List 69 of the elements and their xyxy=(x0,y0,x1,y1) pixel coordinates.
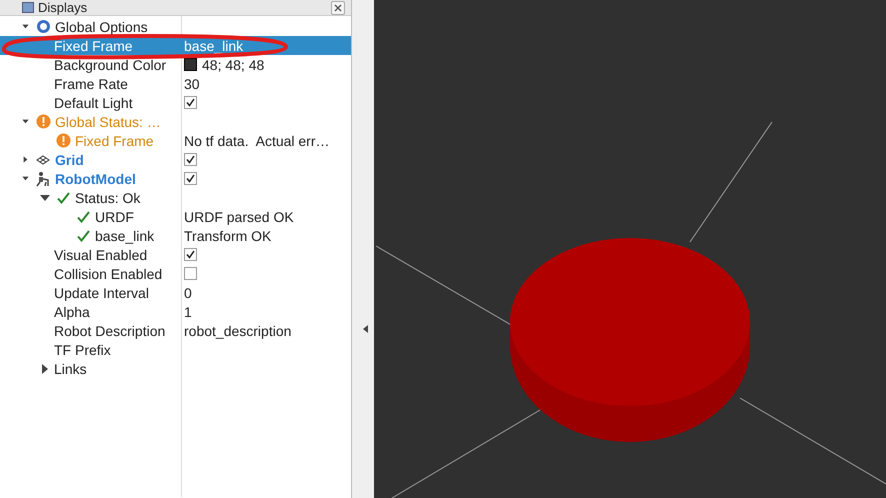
item-label: base_link xyxy=(95,228,154,244)
item-value: 0 xyxy=(184,284,192,300)
item-label: Status: Ok xyxy=(75,190,140,206)
item-value: 48; 48; 48 xyxy=(202,56,264,72)
warning-icon xyxy=(36,114,50,129)
tree-row[interactable]: Alpha 1 xyxy=(0,302,351,321)
item-label: Fixed Frame xyxy=(54,38,133,54)
panel-icon xyxy=(22,2,34,13)
item-value: Transform OK xyxy=(184,228,272,244)
item-label: URDF xyxy=(95,208,134,224)
checkbox[interactable] xyxy=(184,248,197,261)
item-label: Grid xyxy=(55,152,84,168)
checkbox[interactable] xyxy=(184,96,197,109)
tree-row[interactable]: Update Interval 0 xyxy=(0,283,351,302)
item-value: No tf data. Actual err… xyxy=(184,132,330,148)
tree-row[interactable]: base_link Transform OK xyxy=(0,226,351,245)
item-label: Global Options xyxy=(55,18,148,34)
item-label: Alpha xyxy=(54,304,90,320)
grid-icon xyxy=(36,154,50,164)
tree-row[interactable]: Default Light xyxy=(0,93,351,112)
color-swatch[interactable] xyxy=(184,58,197,71)
tree-row[interactable]: Frame Rate 30 xyxy=(0,74,351,93)
tree-row[interactable]: RobotModel xyxy=(0,169,351,188)
tree-row[interactable]: Global Options xyxy=(0,17,351,36)
tree-row[interactable]: URDF URDF parsed OK xyxy=(0,207,351,226)
tree-row[interactable]: Status: Ok xyxy=(0,188,351,207)
close-button[interactable] xyxy=(331,1,345,15)
robot-icon xyxy=(35,170,51,186)
item-value: base_link xyxy=(184,38,244,54)
item-label: Update Interval xyxy=(54,284,149,300)
tree-row[interactable]: Visual Enabled xyxy=(0,245,351,264)
tree-row[interactable]: Collision Enabled xyxy=(0,264,351,283)
collapse-arrow-icon[interactable] xyxy=(363,325,368,333)
item-value: 1 xyxy=(184,304,192,320)
warning-icon xyxy=(56,133,70,148)
tree-row[interactable]: Robot Description robot_description xyxy=(0,321,351,340)
item-label: Visual Enabled xyxy=(54,246,148,262)
expand-arrow-icon[interactable] xyxy=(22,24,28,29)
expand-arrow-icon[interactable] xyxy=(22,176,28,181)
collapse-arrow-icon[interactable] xyxy=(41,364,49,374)
item-label: Frame Rate xyxy=(54,76,128,92)
check-icon xyxy=(76,210,90,222)
tree-row[interactable]: Fixed Frame No tf data. Actual err… xyxy=(0,131,351,150)
tree-row[interactable]: Background Color 48; 48; 48 xyxy=(0,55,351,74)
expand-arrow-icon[interactable] xyxy=(22,119,28,124)
check-icon xyxy=(56,192,70,204)
item-label: Fixed Frame xyxy=(75,132,154,148)
tree-row[interactable]: Links xyxy=(0,359,351,378)
checkbox[interactable] xyxy=(184,267,197,280)
checkbox[interactable] xyxy=(184,153,197,166)
checkbox[interactable] xyxy=(184,172,197,185)
item-label: Background Color xyxy=(54,56,166,72)
item-label: Robot Description xyxy=(54,322,166,338)
item-value: 30 xyxy=(184,76,200,92)
item-label: RobotModel xyxy=(55,170,136,186)
tree-row[interactable]: Grid xyxy=(0,150,351,169)
check-icon xyxy=(76,230,90,242)
item-label: Links xyxy=(54,360,87,376)
item-label: Collision Enabled xyxy=(54,266,162,282)
item-label: Default Light xyxy=(54,94,133,110)
item-value: URDF parsed OK xyxy=(184,208,294,224)
collapse-arrow-icon[interactable] xyxy=(22,156,28,163)
panel-title: Displays xyxy=(38,0,88,14)
tree-row[interactable]: TF Prefix xyxy=(0,340,351,359)
expand-arrow-icon[interactable] xyxy=(40,194,50,202)
item-label: TF Prefix xyxy=(54,342,111,358)
item-value: robot_description xyxy=(184,322,292,338)
item-label: Global Status: … xyxy=(55,114,161,130)
close-icon[interactable] xyxy=(334,4,342,12)
